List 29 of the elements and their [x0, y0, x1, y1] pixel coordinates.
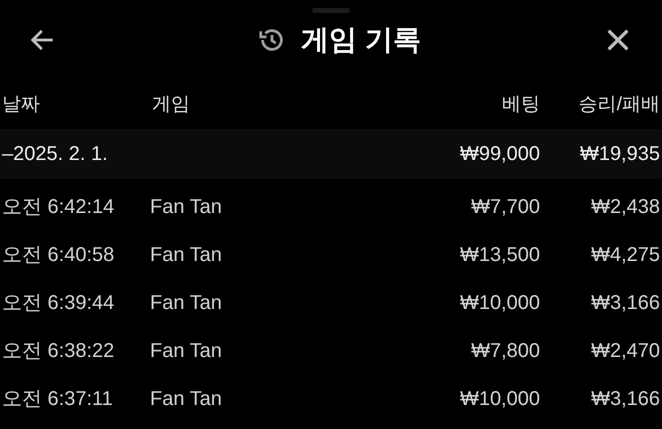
result-cell-text: ₩4,275	[591, 243, 660, 268]
game-cell: Fan Tan	[150, 340, 222, 362]
bet-cell-text: ₩10,000	[460, 291, 540, 316]
date-group-label[interactable]: –2025. 2. 1.	[2, 143, 108, 165]
game-cell: Fan Tan	[150, 244, 222, 266]
game-cell: Fan Tan	[150, 292, 222, 314]
time-cell: 오전 6:40:58	[2, 244, 114, 266]
drag-handle[interactable]	[312, 8, 350, 13]
game-cell: Fan Tan	[150, 196, 222, 218]
column-header: 베팅	[502, 92, 540, 117]
result-cell-text: ₩2,470	[591, 339, 660, 364]
window-title: 게임 기록	[301, 23, 421, 57]
result-cell-text: ₩3,166	[591, 291, 660, 316]
column-header: 승리/패배	[578, 92, 660, 117]
result-cell-text: ₩3,166	[591, 387, 660, 412]
result-total: ₩19,935	[580, 142, 660, 167]
column-header: 게임	[152, 94, 190, 115]
time-cell: 오전 6:42:14	[2, 196, 114, 218]
bet-cell-text: ₩10,000	[460, 387, 540, 412]
time-cell: 오전 6:38:22	[2, 340, 114, 362]
time-cell: 오전 6:39:44	[2, 292, 114, 314]
column-header: 날짜	[2, 94, 40, 115]
time-cell: 오전 6:37:11	[2, 388, 113, 410]
bet-total: ₩99,000	[460, 142, 540, 167]
bet-cell-text: ₩7,800	[471, 339, 540, 364]
game-cell: Fan Tan	[150, 388, 222, 410]
bet-cell-text: ₩13,500	[460, 243, 540, 268]
bet-cell-text: ₩7,700	[471, 195, 540, 220]
result-cell-text: ₩2,438	[591, 195, 660, 220]
